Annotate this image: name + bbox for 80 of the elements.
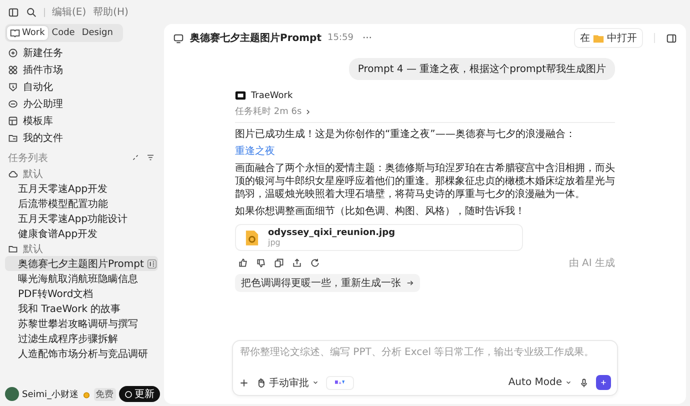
group-header[interactable]: 默认 [5,166,158,181]
app-logo-icon [235,90,246,101]
microphone-icon[interactable] [579,378,589,388]
task-item[interactable]: 五月天零速App开发 [5,181,158,196]
caret-icon [312,379,319,386]
task-item[interactable]: 健康食谱App开发 [5,226,158,241]
nav-item[interactable]: 模板库 [5,112,158,129]
assistant-name: TraeWork [251,90,293,100]
mode-tab[interactable]: Code [48,26,78,40]
folder-icon [593,32,604,44]
upgrade-button[interactable]: 更新 [118,386,160,402]
user-name: Seimi_小财迷 [22,388,79,400]
task-item[interactable]: 我和 TraeWork 的故事 [5,301,158,316]
user-message: Prompt 4 — 重逢之夜，根据这个prompt帮我生成图片 [348,58,615,80]
task-item[interactable]: 后流带模型配置功能 [5,196,158,211]
refresh-icon[interactable] [310,258,320,268]
task-item[interactable]: PDF转Word文档 [5,286,158,301]
menu-item[interactable]: 编辑(E) [52,5,86,19]
mode-tab[interactable]: Design [78,26,116,40]
monitor-icon [173,32,184,44]
plan-badge: 免费 [94,388,116,400]
menu-item[interactable]: 帮助(H) [93,5,128,19]
book-icon [10,28,20,38]
grid-icon [8,64,18,74]
file-name: odyssey_qixi_reunion.jpg [268,228,396,238]
mode-dropdown[interactable]: Auto Mode [508,377,572,388]
layout-icon [8,116,18,126]
search-icon[interactable] [26,6,37,18]
plus-circle-icon [8,48,18,58]
nav-item[interactable]: 自动化 [5,78,158,95]
avatar [5,387,19,401]
chat-title: 奥德赛七夕主题图片Prompt [190,31,322,45]
hand-icon [256,378,266,388]
ai-note: 由 AI 生成 [568,256,615,270]
timestamp: 15:59 [328,33,354,43]
paragraph: 如果你想调整画面细节（比如色调、构图、风格），随时告诉我！ [235,205,526,218]
thumbs-up-icon[interactable] [238,258,248,268]
send-button[interactable] [596,375,611,390]
more-button[interactable]: ··· [359,32,375,44]
folder-icon [8,132,18,142]
folder-icon [8,244,18,254]
nav-item[interactable]: 新建任务 [5,44,158,61]
media-tools[interactable] [326,376,354,390]
cloud-icon [8,168,18,178]
file-card[interactable]: odyssey_qixi_reunion.jpg jpg [235,224,523,251]
filter-icon[interactable] [146,153,155,162]
task-item[interactable]: 奥德赛七夕主题图片Prompt [5,256,158,271]
thumbs-down-icon[interactable] [256,258,266,268]
mode-tab[interactable]: Work [7,26,48,40]
link[interactable]: 重逢之夜 [235,146,275,157]
caret-icon [565,379,572,386]
duration-toggle[interactable]: 任务耗时 2m 6s [235,105,615,118]
open-in-button[interactable]: 在 中打开 [574,28,643,48]
shield-icon [8,82,18,92]
nav-item[interactable]: 我的文件 [5,129,158,146]
nav-item[interactable]: 办公助理 [5,95,158,112]
copy-icon[interactable] [274,258,284,268]
share-icon[interactable] [292,258,302,268]
panel-icon[interactable] [666,32,677,44]
task-item[interactable]: 五月天零速App功能设计 [5,211,158,226]
section-title: 任务列表 [8,152,48,164]
approval-dropdown[interactable]: 手动审批 [256,376,319,390]
paragraph: 图片已成功生成！这是为你创作的“重逢之夜”——奥德赛与七夕的浪漫融合： [235,128,576,141]
nav-item[interactable]: 插件市场 [5,61,158,78]
paragraph: 画面融合了两个永恒的爱情主题：奥德修斯与珀涅罗珀在古希腊寝宫中含泪相拥，而头顶的银河与牛郎织女星座呼应着他们的重逢。那棵象征忠贞的橄榄木婚床绽放着星光与鹊羽，温暖烛光映照着大理石墙壁，将荷马史诗的厚重与七夕的浪漫融为一体。 [235,162,615,201]
group-header[interactable]: 默认 [5,241,158,256]
sidebar-toggle-icon[interactable] [8,6,19,18]
chevron-right-icon [304,108,312,116]
medal-icon [82,390,91,398]
task-item[interactable]: 人造配饰市场分析与竞品调研 [5,346,158,361]
task-item[interactable]: 过滤生成程序步骤拆解 [5,331,158,346]
image-file-icon [244,230,260,246]
task-item[interactable]: 曝光海航取消航班隐瞒信息 [5,271,158,286]
plus-icon [599,378,608,387]
list-number-icon[interactable] [146,258,157,268]
suggestion-chip[interactable]: 把色调调得更暖一些，重新生成一张 [235,274,420,292]
arrow-right-icon [406,279,414,287]
plus-icon[interactable] [239,378,249,388]
file-type: jpg [268,238,282,247]
task-item[interactable]: 苏黎世攀岩攻略调研与撰写 [5,316,158,331]
